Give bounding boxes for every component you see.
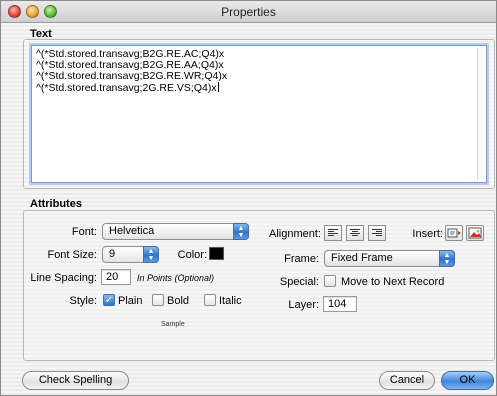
popup-arrows-icon: ▲ ▼ — [233, 223, 249, 240]
text-caret — [217, 82, 219, 92]
align-right-button[interactable] — [368, 225, 386, 241]
color-swatch[interactable] — [209, 247, 224, 260]
font-size-label: Font Size: — [47, 249, 97, 261]
align-center-button[interactable] — [346, 225, 364, 241]
font-size-combo[interactable]: 9 ▲ ▼ — [102, 246, 159, 263]
font-popup[interactable]: Helvetica ▲ ▼ — [102, 223, 249, 240]
text-editor[interactable]: ^(*Std.stored.transavg;B2G.RE.AC;Q4)x ^(… — [31, 45, 487, 183]
align-center-icon — [350, 229, 360, 237]
check-spelling-button[interactable]: Check Spelling — [22, 371, 129, 390]
text-line: ^(*Std.stored.transavg;B2G.RE.WR;Q4)x — [36, 70, 228, 82]
title-bar[interactable]: Properties — [1, 1, 496, 23]
ok-button[interactable]: OK — [441, 371, 494, 390]
properties-window: Properties Text ^(*Std.stored.transavg;B… — [0, 0, 497, 396]
insert-field-icon — [447, 228, 461, 238]
align-left-button[interactable] — [324, 225, 342, 241]
line-spacing-label: Line Spacing: — [30, 272, 97, 284]
insert-label: Insert: — [412, 228, 443, 240]
insert-graphic-button[interactable] — [466, 225, 484, 241]
special-label: Special: — [279, 276, 319, 288]
style-bold-label: Bold — [167, 295, 190, 307]
insert-graphic-icon — [468, 227, 482, 239]
style-italic-label: Italic — [219, 295, 242, 307]
frame-popup[interactable]: Fixed Frame ▲ ▼ — [324, 250, 455, 267]
move-to-next-record-checkbox[interactable] — [324, 275, 336, 287]
style-italic-checkbox[interactable] — [204, 294, 216, 306]
frame-label: Frame: — [284, 253, 319, 265]
text-line: ^(*Std.stored.transavg;2G.RE.VS;Q4)x — [36, 82, 217, 94]
sample-preview: Sample — [161, 321, 185, 328]
font-label: Font: — [71, 226, 97, 238]
frame-popup-value: Fixed Frame — [331, 252, 393, 264]
layer-label: Layer: — [288, 299, 319, 311]
align-right-icon — [372, 229, 382, 237]
font-popup-value: Helvetica — [109, 225, 155, 237]
text-line-last: ^(*Std.stored.transavg;2G.RE.VS;Q4)x — [36, 82, 482, 94]
alignment-label: Alignment: — [269, 228, 321, 240]
insert-field-button[interactable] — [445, 225, 463, 241]
layer-input[interactable]: 104 — [323, 296, 357, 312]
line-spacing-note: In Points (Optional) — [137, 273, 215, 283]
style-label: Style: — [69, 295, 97, 307]
window-title: Properties — [221, 5, 276, 19]
popup-arrows-icon: ▲ ▼ — [439, 250, 455, 267]
font-size-value: 9 — [109, 248, 116, 260]
move-to-next-record-label: Move to Next Record — [341, 276, 445, 288]
style-bold-checkbox[interactable] — [152, 294, 164, 306]
popup-arrows-icon: ▲ ▼ — [143, 246, 159, 263]
style-plain-label: Plain — [118, 295, 143, 307]
attributes-section-label: Attributes — [30, 198, 82, 210]
style-plain-checkbox[interactable]: ✓ — [103, 294, 115, 306]
align-left-icon — [328, 229, 338, 237]
text-scrollbar[interactable] — [477, 48, 484, 180]
color-label: Color: — [177, 249, 207, 261]
cancel-button[interactable]: Cancel — [379, 371, 435, 390]
line-spacing-input[interactable]: 20 — [101, 269, 131, 285]
